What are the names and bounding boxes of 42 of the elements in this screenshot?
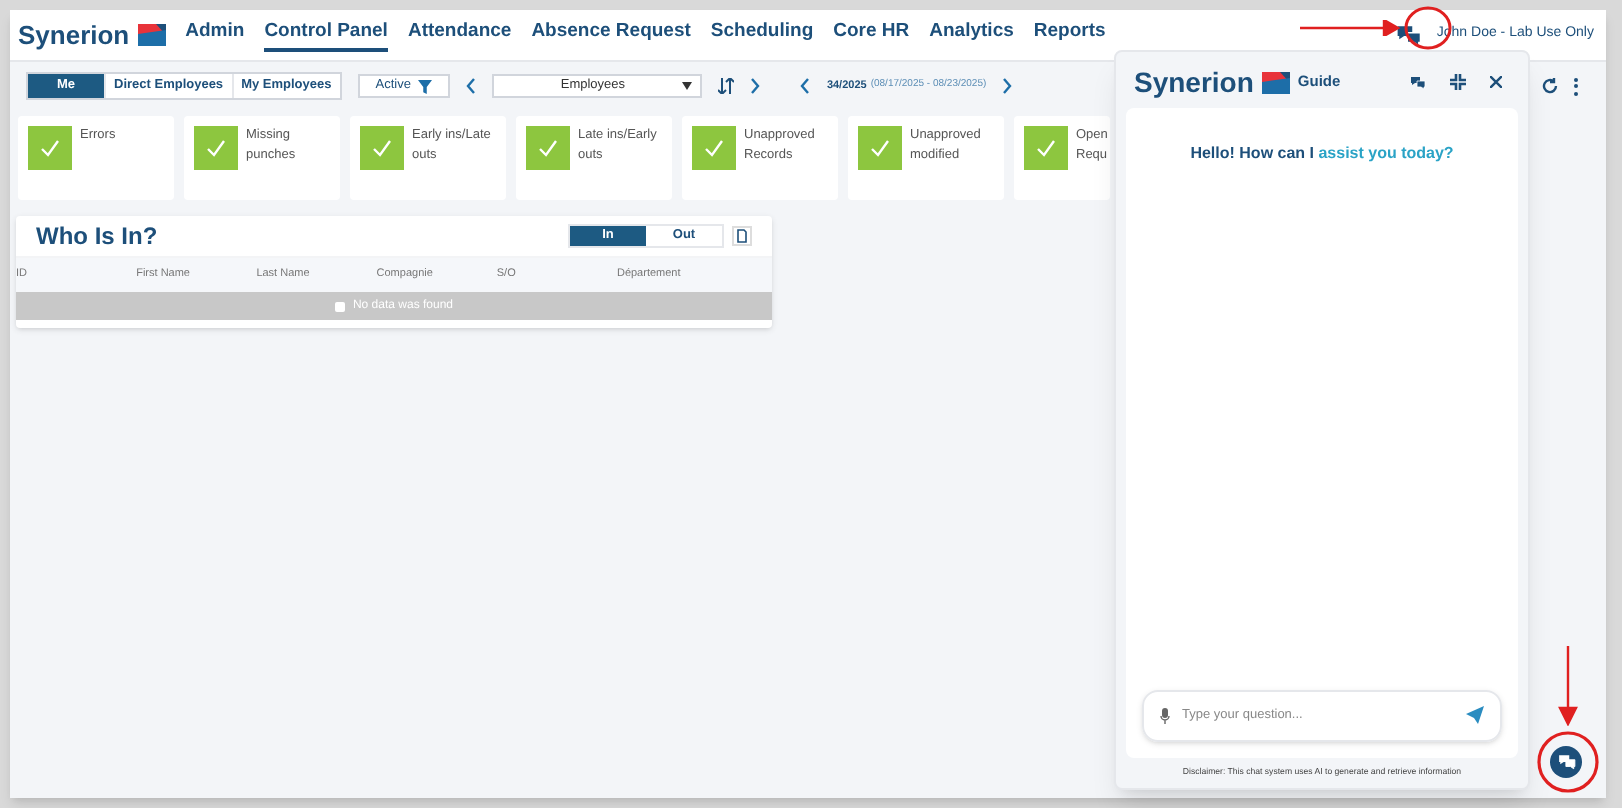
annotation-arrow	[1300, 20, 1400, 36]
panel-title: Who Is In?	[36, 220, 160, 254]
annotation-arrow	[1558, 646, 1578, 726]
empty-icon	[334, 300, 347, 312]
chat-bubble-icon	[1557, 754, 1575, 770]
nav-tab[interactable]: Control Panel	[264, 17, 388, 53]
check-icon	[858, 126, 902, 170]
document-icon[interactable]	[732, 226, 752, 246]
greeting-message: Hello! How can I assist you today?	[1190, 142, 1454, 166]
microphone-icon[interactable]	[1160, 707, 1170, 724]
nav-tab[interactable]: Reports	[1033, 17, 1106, 53]
brand-name: Synerion	[18, 22, 130, 48]
nav-tab[interactable]: Analytics	[929, 17, 1014, 53]
new-chat-icon	[1410, 75, 1426, 89]
brand-name: Synerion	[1134, 68, 1254, 96]
refresh-icon[interactable]	[1542, 78, 1558, 94]
nav-tab[interactable]: Admin	[185, 17, 245, 53]
caret-icon	[682, 82, 693, 90]
minimize-icon[interactable]	[1450, 74, 1466, 90]
next-week-icon[interactable]	[1002, 78, 1013, 94]
check-icon	[360, 126, 404, 170]
next-icon[interactable]	[750, 78, 761, 94]
chat-button[interactable]	[1550, 746, 1582, 778]
logo-icon	[137, 24, 166, 46]
previous-week-icon[interactable]	[800, 78, 811, 94]
check-icon	[28, 126, 72, 170]
close-icon[interactable]	[1490, 76, 1502, 88]
logo-icon	[1261, 71, 1290, 93]
nav-tab[interactable]: Core HR	[833, 17, 910, 53]
nav-tab[interactable]: Absence Request	[531, 17, 691, 53]
annotation-circle	[1536, 730, 1600, 794]
check-icon	[526, 126, 570, 170]
send-icon[interactable]	[1466, 706, 1484, 725]
previous-icon[interactable]	[466, 78, 477, 94]
check-icon	[1024, 126, 1068, 170]
nav-tab[interactable]: Attendance	[407, 17, 512, 53]
filter-icon	[418, 79, 433, 93]
check-icon	[194, 126, 238, 170]
sort-icon[interactable]	[718, 78, 735, 94]
check-icon	[692, 126, 736, 170]
chat-icon	[1396, 23, 1423, 47]
nav-tab[interactable]: Scheduling	[710, 17, 814, 53]
